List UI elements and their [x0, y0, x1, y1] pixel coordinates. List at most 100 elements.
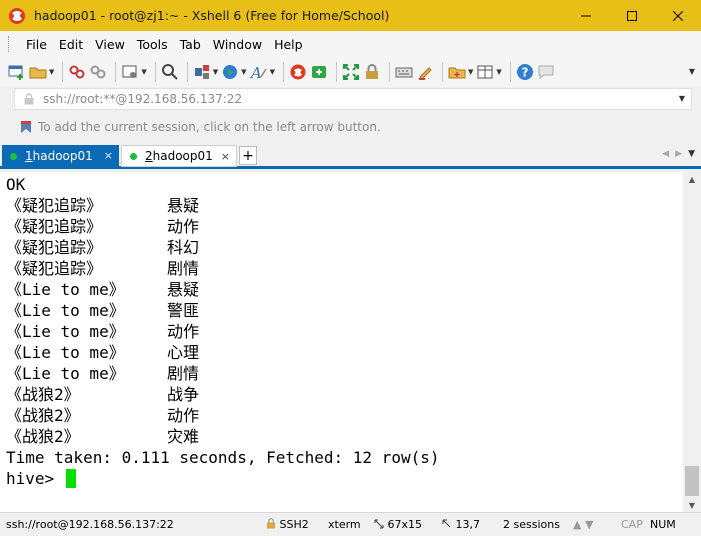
result-genre: 剧情 [167, 259, 200, 278]
arrow-up-icon[interactable]: ▲ [573, 518, 581, 531]
result-movie: 《Lie to me》 [6, 322, 125, 341]
tab-label: hadoop01 [32, 149, 93, 163]
result-genre: 动作 [167, 406, 200, 425]
result-movie: 《疑犯追踪》 [6, 196, 103, 215]
tab-session-1[interactable]: 1 hadoop01 × [2, 145, 119, 167]
plus-icon: + [242, 147, 254, 164]
menu-tab[interactable]: Tab [174, 37, 207, 52]
address-bar[interactable]: ssh://root:**@192.168.56.137:22 ▼ [14, 88, 692, 110]
tile-button[interactable]: ▼ [476, 61, 502, 83]
terminal-cursor [66, 469, 76, 488]
status-bar: ssh://root@192.168.56.137:22 SSH2 xterm … [0, 512, 701, 536]
resize-icon [374, 519, 384, 529]
xftp-icon [311, 66, 326, 78]
keyboard-button[interactable] [395, 61, 413, 83]
status-size: 67x15 [387, 518, 423, 531]
xshell-button[interactable] [289, 61, 307, 83]
chevron-down-icon: ▼ [496, 68, 502, 76]
tab-session-2[interactable]: 2 hadoop01 × [121, 145, 237, 167]
new-tab-group-button[interactable]: ▼ [448, 61, 473, 83]
folder-icon [29, 67, 47, 79]
close-button[interactable] [655, 0, 701, 31]
open-folder-button[interactable]: ▼ [29, 61, 54, 83]
chevron-right-icon[interactable]: ▶ [675, 149, 688, 159]
web-button[interactable]: ▼ [221, 61, 247, 83]
menu-file[interactable]: File [20, 37, 53, 52]
chat-icon [538, 65, 554, 79]
xftp-button[interactable] [310, 61, 328, 83]
menu-tools[interactable]: Tools [131, 37, 174, 52]
menu-help[interactable]: Help [268, 37, 309, 52]
chevron-down-icon: ▼ [212, 68, 219, 76]
result-movie: 《疑犯追踪》 [6, 217, 103, 236]
chevron-down-icon: ▼ [269, 68, 275, 76]
svg-text:A: A [250, 64, 262, 81]
pen-icon [418, 67, 432, 80]
session-nav-arrows[interactable]: ▲ ▼ [573, 518, 593, 531]
xshell-logo-icon [9, 7, 25, 24]
result-movie: 《Lie to me》 [6, 280, 125, 299]
highlight-button[interactable] [416, 61, 434, 83]
toolbar-separator [154, 62, 156, 82]
menu-edit[interactable]: Edit [53, 37, 89, 52]
lock-button[interactable] [363, 61, 381, 83]
tab-label: hadoop01 [152, 149, 213, 163]
menu-view[interactable]: View [89, 37, 131, 52]
result-movie: 《Lie to me》 [6, 343, 125, 362]
arrow-down-icon[interactable]: ▼ [585, 518, 593, 531]
toolbar-separator [509, 62, 511, 82]
connected-status-icon [130, 152, 137, 160]
chevron-down-icon[interactable]: ▼ [688, 149, 695, 159]
chevron-down-icon[interactable]: ▼ [689, 67, 695, 76]
status-sessions: 2 sessions [503, 518, 560, 531]
minimize-button[interactable] [563, 0, 609, 31]
fullscreen-button[interactable] [342, 61, 360, 83]
chevron-down-icon[interactable]: ▼ [679, 94, 685, 103]
result-movie: 《疑犯追踪》 [6, 259, 103, 278]
connect-button[interactable] [68, 61, 86, 83]
menu-bar: File Edit View Tools Tab Window Help [0, 31, 701, 57]
font-button[interactable]: A ▼ [250, 61, 275, 83]
unlink-icon [90, 65, 106, 79]
window-title: hadoop01 - root@zj1:~ - Xshell 6 (Free f… [34, 8, 390, 23]
new-session-button[interactable] [8, 61, 26, 83]
chevron-down-icon: ▼ [467, 68, 474, 76]
properties-button[interactable]: ▼ [121, 61, 147, 83]
menu-window[interactable]: Window [207, 37, 268, 52]
maximize-button[interactable] [609, 0, 655, 31]
maximize-icon [627, 10, 637, 21]
term-line-ok: OK [6, 175, 26, 194]
terminal-scrollbar[interactable]: ▲ ▼ [683, 172, 701, 512]
help-button[interactable]: ? [516, 61, 534, 83]
keyboard-icon [395, 67, 413, 78]
scroll-up-arrow-icon[interactable]: ▲ [683, 172, 701, 186]
hint-text: To add the current session, click on the… [38, 120, 381, 134]
minimize-icon [581, 15, 591, 16]
folder-add-icon [448, 67, 466, 79]
result-genre: 剧情 [167, 364, 200, 383]
terminal-output[interactable]: OK 《疑犯追踪》 悬疑 《疑犯追踪》 动作 《疑犯追踪》 科幻 《疑犯追踪》 … [0, 172, 683, 512]
result-genre: 灾难 [167, 427, 200, 446]
layout-icon [194, 65, 209, 79]
close-tab-icon[interactable]: × [221, 150, 230, 163]
xshell-icon [290, 64, 306, 80]
disconnect-button[interactable] [89, 61, 107, 83]
close-tab-icon[interactable]: × [104, 149, 113, 162]
bookmark-icon[interactable] [20, 120, 32, 134]
layout-button[interactable]: ▼ [193, 61, 218, 83]
status-terminal-type: xterm [328, 518, 361, 531]
chat-button[interactable] [537, 61, 555, 83]
tab-number: 2 [145, 149, 153, 163]
add-tab-button[interactable]: + [239, 146, 257, 165]
lock-icon [24, 93, 34, 105]
scroll-down-arrow-icon[interactable]: ▼ [683, 498, 701, 512]
toolbar: ▼ ▼ ▼ ▼ A ▼ ▼ ▼ ? ▼ [0, 57, 701, 87]
result-movie: 《战狼2》 [6, 385, 80, 404]
properties-icon [122, 65, 137, 78]
result-movie: 《战狼2》 [6, 406, 80, 425]
scroll-thumb[interactable] [685, 466, 699, 496]
ssh-status: SSH2 [266, 518, 309, 531]
fullscreen-icon [342, 64, 359, 80]
chevron-left-icon[interactable]: ◀ [662, 149, 675, 159]
find-button[interactable] [161, 61, 179, 83]
